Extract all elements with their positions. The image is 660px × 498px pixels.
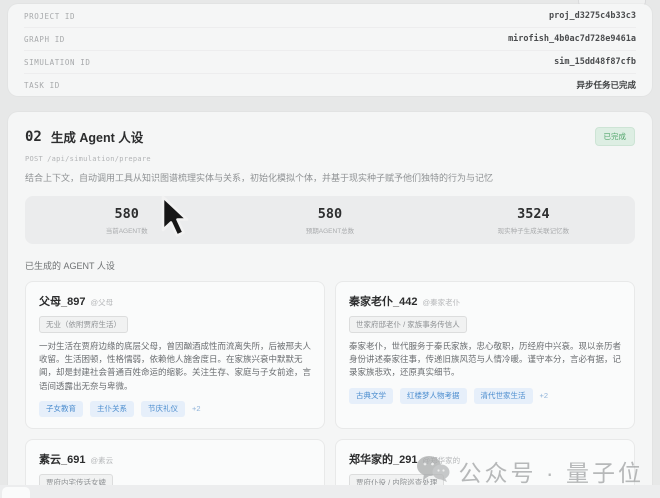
agent-description: 一对生活在贾府边缘的底层父母，曾因酗酒成性而流离失所，后被邢夫人收留。生活困顿，…: [39, 340, 311, 393]
agent-handle: @父母: [90, 297, 113, 308]
agent-name: 秦家老仆_442: [349, 293, 417, 309]
stat-current-agents-value: 580: [25, 206, 228, 222]
agent-name: 郑华家的_291: [349, 451, 417, 467]
agent-description: 秦家老仆，世代服务于秦氏家族，忠心敬职，历经府中兴衰。现以亲历者身份讲述秦家往事…: [349, 340, 621, 380]
meta-row-simulation: SIMULATION ID sim_15dd48f87cfb: [24, 51, 636, 74]
status-badge: 已完成: [595, 127, 636, 146]
watermark-text: 公众号 · 量子位: [459, 454, 644, 488]
agent-card-fumu[interactable]: 父母_897 @父母 无业（依附贾府生活） 一对生活在贾府边缘的底层父母，曾因酗…: [25, 281, 325, 429]
step-card-generate-agents: 02 生成 Agent 人设 已完成 POST/api/simulation/p…: [8, 112, 652, 498]
agent-list-title: 已生成的 AGENT 人设: [25, 259, 635, 272]
mouse-cursor-icon: [156, 194, 194, 247]
stat-expected-agents-label: 预期AGENT总数: [228, 225, 431, 235]
step-title: 生成 Agent 人设: [51, 127, 143, 146]
agent-title-row: 素云_691 @素云: [39, 451, 311, 467]
endpoint-path: /api/simulation/prepare: [47, 155, 151, 163]
agent-handle: @秦家老仆: [422, 297, 460, 308]
meta-row-graph: GRAPH ID mirofish_4b0ac7d728e9461a: [24, 28, 636, 51]
stat-memories-label: 现实种子生成关联记忆数: [432, 225, 635, 235]
agent-tags: 古典文学 红楼梦人物考据 清代世家生活 +2: [349, 388, 621, 404]
agent-tags: 子女教育 主仆关系 节庆礼仪 +2: [39, 401, 311, 417]
agent-tag[interactable]: 节庆礼仪: [141, 401, 185, 417]
project-id-value: proj_d3275c4b33c3: [549, 11, 636, 21]
agent-role-tag: 无业（依附贾府生活）: [39, 316, 128, 333]
agent-tag[interactable]: 红楼梦人物考据: [400, 388, 467, 404]
stat-expected-agents-value: 580: [228, 206, 431, 222]
stats-bar: 580 当前AGENT数 580 预期AGENT总数 3524 现实种子生成关联…: [25, 196, 635, 244]
meta-row-task: TASK ID 异步任务已完成: [24, 74, 636, 96]
agent-title-row: 父母_897 @父母: [39, 293, 311, 309]
step-number: 02: [25, 129, 42, 145]
stat-expected-agents: 580 预期AGENT总数: [228, 206, 431, 235]
agent-card-qinjialaopu[interactable]: 秦家老仆_442 @秦家老仆 世家府邸老仆 / 家族事务传信人 秦家老仆，世代服…: [335, 281, 635, 429]
graph-id-label: GRAPH ID: [24, 35, 65, 44]
more-tags-count[interactable]: +2: [540, 391, 549, 400]
meta-row-project: PROJECT ID proj_d3275c4b33c3: [24, 5, 636, 28]
stat-current-agents-label: 当前AGENT数: [25, 225, 228, 235]
agent-tag[interactable]: 主仆关系: [90, 401, 134, 417]
api-endpoint: POST/api/simulation/prepare: [25, 155, 635, 163]
task-id-label: TASK ID: [24, 81, 60, 90]
agent-tag[interactable]: 清代世家生活: [474, 388, 533, 404]
agent-tag[interactable]: 子女教育: [39, 401, 83, 417]
stat-memories: 3524 现实种子生成关联记忆数: [432, 206, 635, 235]
more-tags-count[interactable]: +2: [192, 404, 201, 413]
graph-id-value: mirofish_4b0ac7d728e9461a: [508, 34, 636, 44]
section-header: 02 生成 Agent 人设 已完成: [25, 127, 635, 146]
watermark: 公众号 · 量子位: [416, 454, 644, 488]
metadata-panel: PROJECT ID proj_d3275c4b33c3 GRAPH ID mi…: [8, 4, 652, 96]
stat-memories-value: 3524: [432, 206, 635, 222]
agent-name: 素云_691: [39, 451, 85, 467]
simulation-id-value: sim_15dd48f87cfb: [554, 57, 636, 67]
next-card-corner: [2, 487, 30, 498]
agent-title-row: 秦家老仆_442 @秦家老仆: [349, 293, 621, 309]
stat-current-agents: 580 当前AGENT数: [25, 206, 228, 235]
project-id-label: PROJECT ID: [24, 12, 75, 21]
agent-tag[interactable]: 古典文学: [349, 388, 393, 404]
agent-role-tag: 世家府邸老仆 / 家族事务传信人: [349, 316, 467, 333]
wechat-icon: [416, 455, 450, 488]
agent-handle: @素云: [90, 455, 113, 466]
simulation-id-label: SIMULATION ID: [24, 58, 91, 67]
step-description: 结合上下文，自动调用工具从知识图谱梳理实体与关系，初始化模拟个体，并基于现实种子…: [25, 171, 635, 184]
page: PROJECT ID proj_d3275c4b33c3 GRAPH ID mi…: [0, 0, 660, 498]
agent-name: 父母_897: [39, 293, 85, 309]
task-status-value: 异步任务已完成: [576, 79, 636, 91]
http-method: POST: [25, 155, 43, 163]
